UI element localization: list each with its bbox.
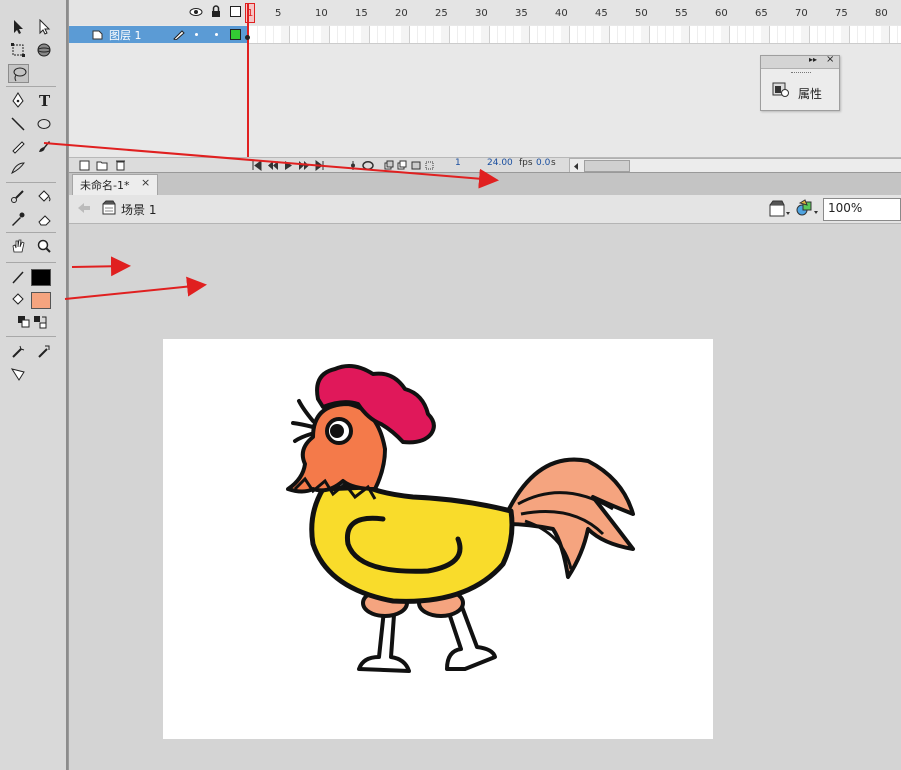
free-transform-tool-icon[interactable]: [8, 41, 28, 59]
svg-text:T: T: [39, 92, 51, 108]
ruler-number[interactable]: 60: [715, 8, 728, 19]
stroke-color-tool-icon[interactable]: [8, 268, 28, 286]
outline-color-box[interactable]: [230, 29, 241, 40]
scroll-thumb[interactable]: [584, 160, 630, 172]
expand-icon[interactable]: ▸▸: [809, 55, 817, 64]
ruler-number[interactable]: 45: [595, 8, 608, 19]
toolbox-panel: T: [0, 0, 69, 770]
ruler-number[interactable]: 30: [475, 8, 488, 19]
line-tool-icon[interactable]: [8, 115, 28, 133]
smooth-icon[interactable]: [34, 343, 54, 361]
fps-unit: fps: [519, 158, 533, 168]
document-tab-bar: [69, 172, 901, 196]
edit-bar: [69, 195, 901, 224]
pen-tool-icon[interactable]: [8, 91, 28, 109]
ruler-number[interactable]: 35: [515, 8, 528, 19]
document-tab-label[interactable]: 未命名-1*: [80, 177, 129, 193]
pencil-edit-icon: [173, 28, 185, 43]
zoom-tool-icon[interactable]: [34, 237, 54, 255]
frame-ruler[interactable]: 1 5 10 15 20 25 30 35 40 45 50 55 60 65 70 75 80: [69, 0, 901, 25]
time-unit: s: [551, 158, 556, 168]
rooster-drawing[interactable]: [163, 339, 713, 739]
document-tab-close-icon[interactable]: ×: [141, 176, 150, 189]
ruler-number[interactable]: 80: [875, 8, 888, 19]
ruler-number[interactable]: 5: [275, 8, 281, 19]
zoom-value[interactable]: 100%: [828, 201, 862, 215]
bone-tool-icon[interactable]: [8, 187, 28, 205]
stage-canvas[interactable]: [163, 339, 713, 739]
scene-label[interactable]: 场景 1: [121, 201, 156, 218]
brush-tool-icon[interactable]: [34, 137, 54, 155]
ruler-number[interactable]: 70: [795, 8, 808, 19]
straighten-icon[interactable]: [8, 365, 28, 383]
3d-rotation-tool-icon[interactable]: [34, 41, 54, 59]
pencil-tool-icon[interactable]: [8, 137, 28, 155]
text-tool-icon[interactable]: T: [34, 91, 54, 109]
lasso-tool-icon[interactable]: [8, 64, 29, 83]
hand-tool-icon[interactable]: [8, 237, 28, 255]
fps-readout[interactable]: 24.00: [487, 158, 513, 168]
ruler-number[interactable]: 20: [395, 8, 408, 19]
oval-tool-icon[interactable]: [34, 115, 54, 133]
paint-bucket-tool-icon[interactable]: [34, 187, 54, 205]
eyedropper-tool-icon[interactable]: [8, 210, 28, 228]
ruler-number[interactable]: 65: [755, 8, 768, 19]
scene-icon: [101, 200, 117, 219]
layer-name[interactable]: 图层 1: [109, 27, 142, 43]
panel-close-icon[interactable]: ×: [826, 54, 834, 65]
time-readout[interactable]: 0.0: [536, 158, 550, 168]
ruler-number[interactable]: 15: [355, 8, 368, 19]
current-frame-readout[interactable]: 1: [455, 158, 461, 168]
stroke-color-swatch[interactable]: [31, 269, 51, 286]
keyframe-dot[interactable]: [245, 35, 250, 40]
layer-row[interactable]: [69, 26, 247, 43]
eraser-tool-icon[interactable]: [34, 210, 54, 228]
ruler-number[interactable]: 10: [315, 8, 328, 19]
fill-color-tool-icon[interactable]: [8, 290, 28, 308]
ruler-number[interactable]: 55: [675, 8, 688, 19]
ruler-number[interactable]: 25: [435, 8, 448, 19]
back-arrow-icon[interactable]: [77, 202, 91, 217]
snap-magnet-icon[interactable]: [8, 343, 28, 361]
properties-icon[interactable]: [772, 82, 790, 101]
ruler-number[interactable]: 50: [635, 8, 648, 19]
properties-label[interactable]: 属性: [798, 85, 822, 102]
fill-color-swatch[interactable]: [31, 292, 51, 309]
grip-icon: [791, 72, 811, 75]
ruler-number[interactable]: 75: [835, 8, 848, 19]
selection-tool-icon[interactable]: [8, 18, 28, 36]
properties-panel[interactable]: ▸▸ × 属性: [760, 54, 840, 111]
properties-panel-header[interactable]: ▸▸ ×: [761, 54, 839, 69]
subselection-tool-icon[interactable]: [34, 18, 54, 36]
visibility-dot[interactable]: [195, 33, 198, 36]
layer-icon: [92, 29, 103, 43]
ruler-number[interactable]: 40: [555, 8, 568, 19]
frames-row[interactable]: [249, 26, 901, 44]
edit-scene-icon[interactable]: [769, 200, 791, 221]
playhead-line: [247, 4, 249, 162]
lock-dot[interactable]: [215, 33, 218, 36]
timeline-horizontal-scrollbar[interactable]: [569, 158, 901, 173]
deco-tool-icon[interactable]: [8, 159, 28, 177]
swap-colors-icon[interactable]: [30, 313, 50, 331]
edit-symbols-icon[interactable]: [796, 199, 820, 220]
